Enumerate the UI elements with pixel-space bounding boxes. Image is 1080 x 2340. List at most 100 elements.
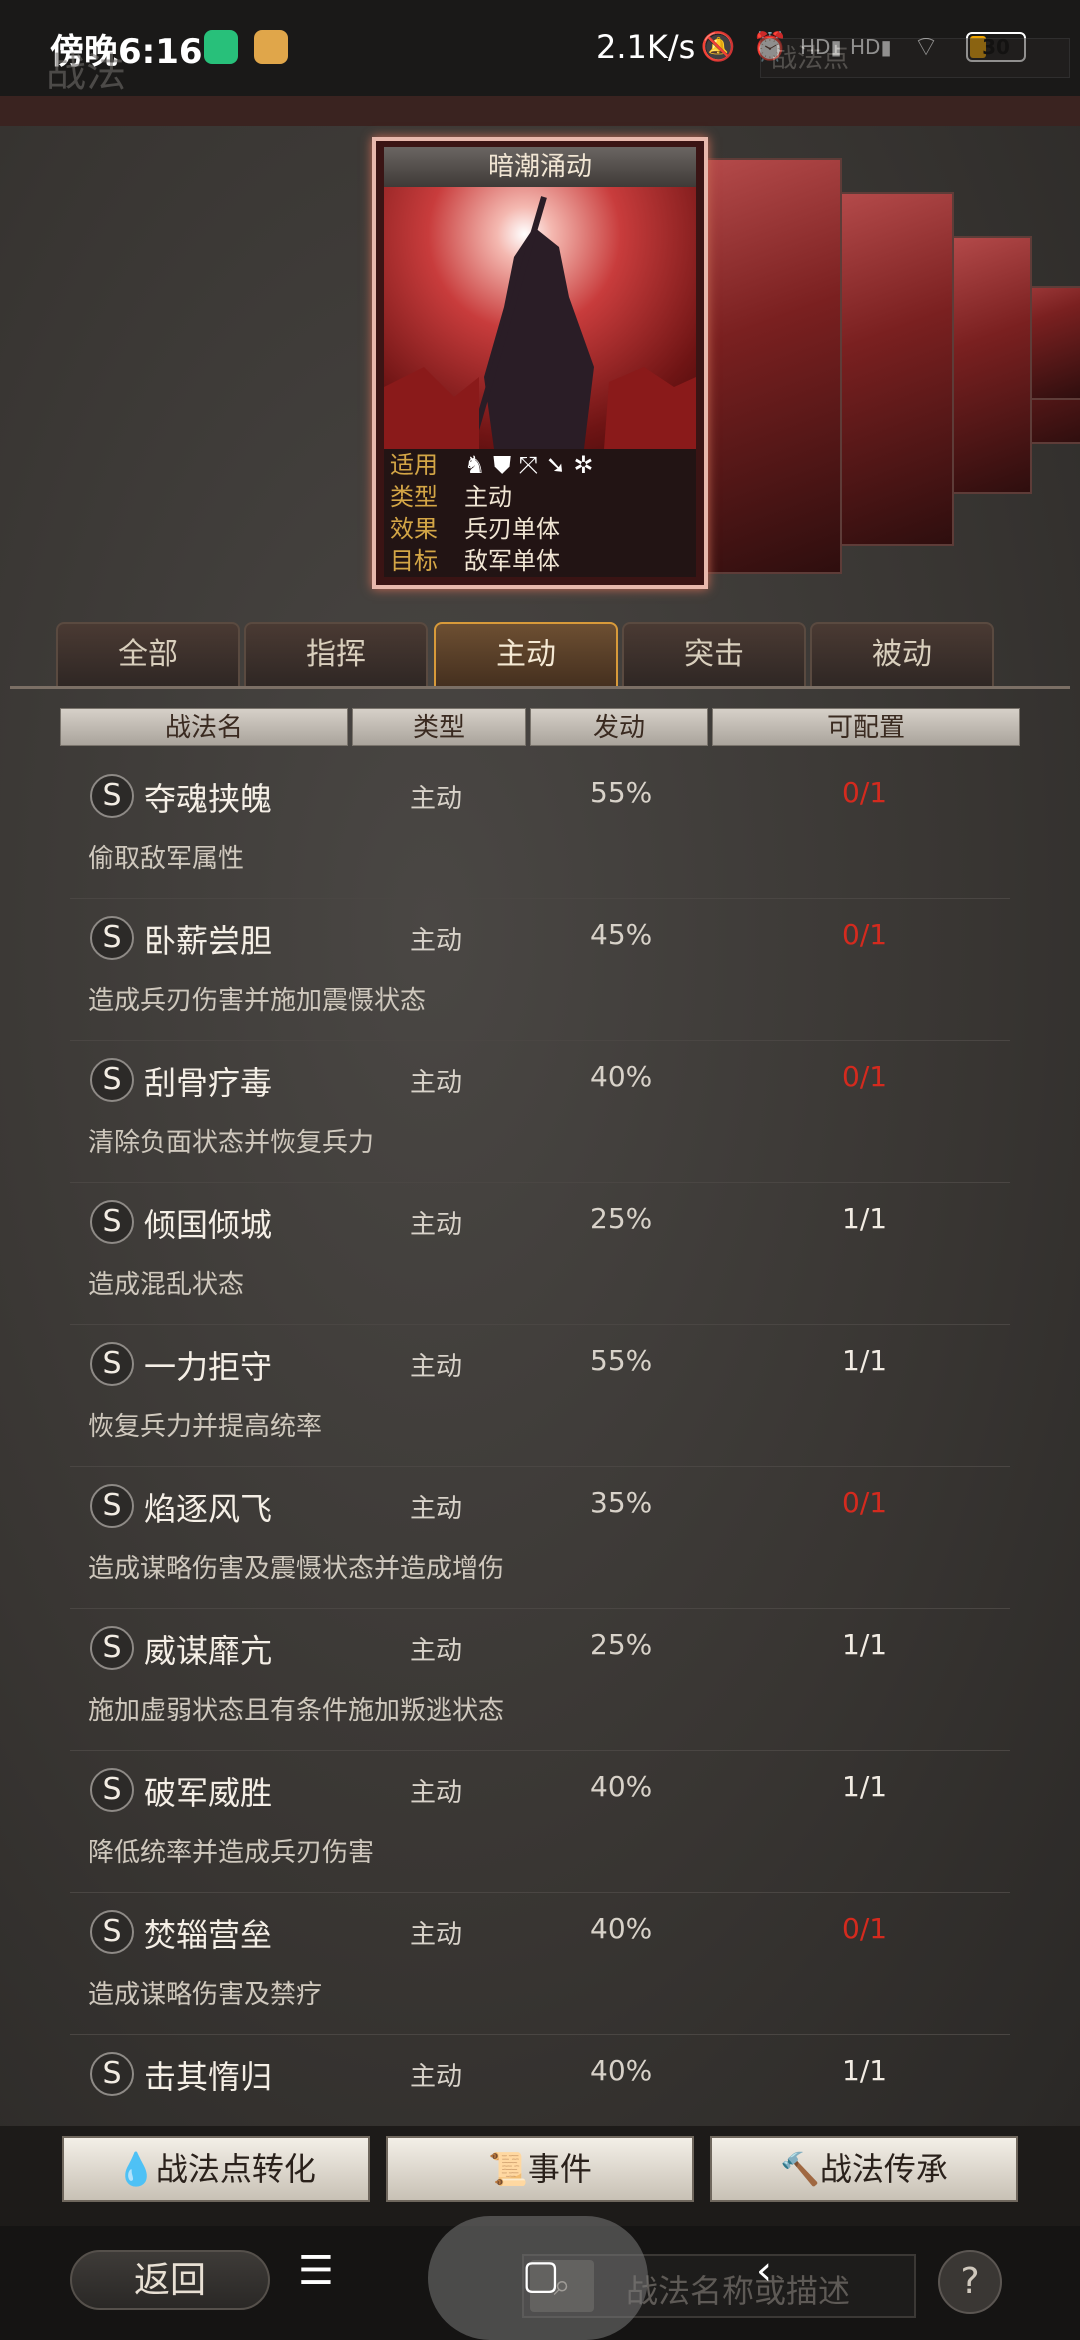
- tactic-config: 0/1: [842, 1486, 888, 1519]
- tactic-row[interactable]: S 焚辎营垒 主动 40% 0/1 造成谋略伤害及禁疗: [70, 1892, 1010, 2035]
- tactic-name: 刮骨疗毒: [144, 1064, 273, 1102]
- bow-icon: ⤧: [518, 451, 538, 479]
- spear-icon: ➘: [545, 451, 566, 479]
- tactic-rate: 40%: [590, 1060, 653, 1093]
- tactic-rate: 25%: [590, 1202, 653, 1235]
- tactic-config: 0/1: [842, 1912, 888, 1945]
- tactic-config: 1/1: [842, 1202, 888, 1235]
- shield-icon: ⛊: [493, 451, 512, 479]
- tactic-config: 0/1: [842, 1060, 888, 1093]
- tactic-type: 主动: [410, 1352, 463, 1382]
- tactic-rate: 40%: [590, 1912, 653, 1945]
- menu-nav-icon[interactable]: ☰: [298, 2248, 334, 2294]
- hammer-icon: 🔨: [780, 2150, 820, 2188]
- tactic-config: 0/1: [842, 776, 888, 809]
- warrior-silhouette: [384, 196, 696, 449]
- tactic-row[interactable]: S 倾国倾城 主动 25% 1/1 造成混乱状态: [70, 1182, 1010, 1325]
- card-info: 适用 ♞ ⛊ ⤧ ➘ ✲ 类型 主动 效果 兵刃单体 目标 敌军单体: [384, 449, 696, 577]
- mute-icon: 🔕: [700, 30, 736, 63]
- tactic-name: 破军威胜: [144, 1774, 273, 1812]
- card-info-row-suit: 适用 ♞ ⛊ ⤧ ➘ ✲: [384, 449, 696, 481]
- tactic-row[interactable]: S 破军威胜 主动 40% 1/1 降低统率并造成兵刃伤害: [70, 1750, 1010, 1893]
- tactic-description: 施加虚弱状态且有条件施加叛逃状态: [88, 1696, 505, 1726]
- tactic-rate: 35%: [590, 1486, 653, 1519]
- tactic-config: 1/1: [842, 2054, 888, 2087]
- tactic-type: 主动: [410, 784, 463, 814]
- tactic-row[interactable]: S 击其惰归 主动 40% 1/1: [70, 2034, 1010, 2126]
- tactic-rate: 55%: [590, 1344, 653, 1377]
- home-nav-icon[interactable]: ▢: [522, 2252, 560, 2298]
- back-button[interactable]: 返回: [70, 2250, 270, 2310]
- page-title: 战法: [46, 50, 126, 96]
- back-nav-icon[interactable]: ‹: [756, 2248, 772, 2294]
- tactic-description: 造成谋略伤害及禁疗: [88, 1980, 323, 2010]
- search-placeholder: 战法名称或描述: [626, 2272, 851, 2310]
- siege-icon: ✲: [573, 451, 594, 479]
- tactic-rate: 25%: [590, 1628, 653, 1661]
- tactic-description: 造成兵刃伤害并施加震慑状态: [88, 986, 427, 1016]
- tactic-row[interactable]: S 卧薪尝胆 主动 45% 0/1 造成兵刃伤害并施加震慑状态: [70, 898, 1010, 1041]
- rank-badge: S: [90, 1058, 134, 1102]
- security-app-icon: [204, 30, 238, 64]
- tactic-row[interactable]: S 焰逐风飞 主动 35% 0/1 造成谋略伤害及震慑状态并造成增伤: [70, 1466, 1010, 1609]
- column-header-type[interactable]: 类型: [352, 708, 526, 746]
- column-header-rate[interactable]: 发动: [530, 708, 708, 746]
- tactic-card-back[interactable]: [946, 236, 1032, 494]
- tactic-name: 一力拒守: [144, 1348, 273, 1386]
- help-button[interactable]: ?: [938, 2250, 1002, 2314]
- card-info-row-type: 类型 主动: [384, 481, 696, 513]
- tactic-type: 主动: [410, 926, 463, 956]
- column-header-config[interactable]: 可配置: [712, 708, 1020, 746]
- info-key: 目标: [390, 547, 438, 575]
- info-value: 兵刃单体: [464, 515, 560, 543]
- rank-badge: S: [90, 916, 134, 960]
- rank-badge: S: [90, 1200, 134, 1244]
- tactic-type: 主动: [410, 2062, 463, 2092]
- inherit-button[interactable]: 🔨战法传承: [710, 2136, 1018, 2202]
- tactic-card-back[interactable]: [836, 192, 954, 546]
- tab-passive[interactable]: 被动: [810, 622, 994, 686]
- tactic-name: 击其惰归: [144, 2058, 273, 2096]
- tactic-card-selected[interactable]: 暗潮涌动 适用 ♞ ⛊ ⤧ ➘ ✲ 类型 主动 效果 兵刃单体 目标 敌军单体: [372, 137, 708, 589]
- header-bar: [0, 96, 1080, 129]
- tab-command[interactable]: 指挥: [244, 622, 428, 686]
- rank-badge: S: [90, 2052, 134, 2096]
- card-info-row-effect: 效果 兵刃单体: [384, 513, 696, 545]
- tactic-config: 1/1: [842, 1344, 888, 1377]
- tactic-list[interactable]: S 夺魂挟魄 主动 55% 0/1 偷取敌军属性 S 卧薪尝胆 主动 45% 0/1 造成兵刃伤害并施…: [0, 756, 1080, 2126]
- tactic-rate: 40%: [590, 1770, 653, 1803]
- tactic-name: 焚辎营垒: [144, 1916, 273, 1954]
- rank-badge: S: [90, 1626, 134, 1670]
- info-key: 效果: [390, 515, 438, 543]
- tab-assault[interactable]: 突击: [622, 622, 806, 686]
- tab-all[interactable]: 全部: [56, 622, 240, 686]
- info-key: 适用: [390, 451, 438, 479]
- tactic-type: 主动: [410, 1068, 463, 1098]
- tactic-description: 偷取敌军属性: [88, 844, 245, 874]
- card-artwork: [384, 187, 696, 449]
- tactic-card-back[interactable]: [706, 158, 842, 574]
- tactic-config: 1/1: [842, 1770, 888, 1803]
- tactic-row[interactable]: S 一力拒守 主动 55% 1/1 恢复兵力并提高统率: [70, 1324, 1010, 1467]
- tactic-type: 主动: [410, 1778, 463, 1808]
- tactic-points[interactable]: 战法点: [760, 38, 1070, 78]
- tactic-row[interactable]: S 夺魂挟魄 主动 55% 0/1 偷取敌军属性: [70, 756, 1010, 899]
- tactic-name: 夺魂挟魄: [144, 780, 273, 818]
- drop-icon: 💧: [116, 2150, 156, 2188]
- tactic-name: 倾国倾城: [144, 1206, 273, 1244]
- tactic-description: 降低统率并造成兵刃伤害: [88, 1838, 375, 1868]
- tactic-name: 卧薪尝胆: [144, 922, 273, 960]
- tactic-row[interactable]: S 刮骨疗毒 主动 40% 0/1 清除负面状态并恢复兵力: [70, 1040, 1010, 1183]
- game-app-icon: [254, 30, 288, 64]
- event-button[interactable]: 📜事件: [386, 2136, 694, 2202]
- tab-divider: [10, 686, 1070, 689]
- tactic-row[interactable]: S 威谋靡亢 主动 25% 1/1 施加虚弱状态且有条件施加叛逃状态: [70, 1608, 1010, 1751]
- tab-active[interactable]: 主动: [434, 622, 618, 686]
- tactic-description: 造成谋略伤害及震慑状态并造成增伤: [88, 1554, 505, 1584]
- tactic-config: 0/1: [842, 918, 888, 951]
- card-info-row-target: 目标 敌军单体: [384, 545, 696, 577]
- tactic-rate: 55%: [590, 776, 653, 809]
- column-header-name[interactable]: 战法名: [60, 708, 348, 746]
- tactic-rate: 45%: [590, 918, 653, 951]
- convert-points-button[interactable]: 💧战法点转化: [62, 2136, 370, 2202]
